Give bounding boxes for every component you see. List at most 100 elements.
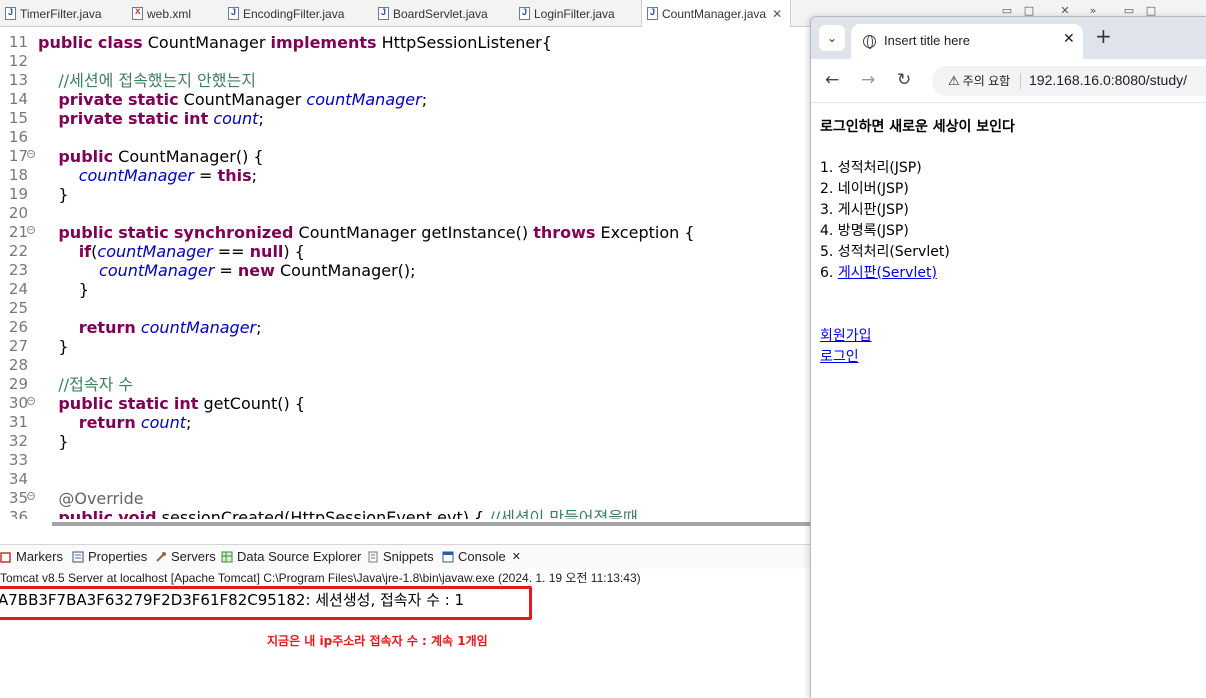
browser-tab-strip: ⌄ Insert title here ✕ + <box>811 17 1206 59</box>
signup-link[interactable]: 회원가입 <box>820 325 872 345</box>
horizontal-scrollbar[interactable] <box>52 522 812 526</box>
code-text: public static int getCount() { <box>58 394 306 413</box>
xml-file-icon <box>132 6 143 20</box>
view-tab-label: Servers <box>171 549 216 564</box>
menu-item-1: 1. 성적처리(JSP) <box>820 160 922 176</box>
code-line: 26 return countManager; <box>0 318 812 337</box>
view-tab-label: Properties <box>88 549 148 564</box>
editor-tab-label: CountManager.java <box>662 6 767 21</box>
line-number: 26 <box>8 318 28 336</box>
page-heading: 로그인하면 새로운 세상이 보인다 <box>820 119 1015 135</box>
line-number: 30 <box>8 394 28 412</box>
fold-toggle-icon[interactable]: − <box>27 492 35 500</box>
code-text: if(countManager == null) { <box>78 242 305 261</box>
code-text: return countManager; <box>78 318 262 337</box>
code-text: } <box>38 185 69 204</box>
browser-toolbar: ← → ↻ ⚠ 주의 요함 192.168.16.0:8080/study/ <box>811 59 1206 103</box>
close-icon[interactable]: ✕ <box>512 550 521 563</box>
code-line: 21− public static synchronized CountMana… <box>0 223 812 242</box>
line-number: 34 <box>8 470 28 488</box>
editor-tab-label: LoginFilter.java <box>534 6 615 21</box>
editor-tab-loginfilter[interactable]: LoginFilter.java <box>514 0 615 27</box>
editor-tab-timerfilter[interactable]: TimerFilter.java <box>0 0 102 27</box>
fold-toggle-icon[interactable]: − <box>27 150 35 158</box>
code-line: 29 //접속자 수 <box>0 375 812 394</box>
code-line: 24 } <box>0 280 812 299</box>
board-servlet-link[interactable]: 게시판(Servlet) <box>838 265 937 281</box>
view-tab-servers[interactable]: Servers <box>155 549 216 564</box>
line-number: 31 <box>8 413 28 431</box>
url-text[interactable]: 192.168.16.0:8080/study/ <box>1029 72 1187 88</box>
code-text: } <box>38 337 69 356</box>
code-text: return count; <box>78 413 192 432</box>
editor-tab-webxml[interactable]: web.xml <box>127 0 191 27</box>
code-line: 20 <box>0 204 812 223</box>
line-number: 29 <box>8 375 28 393</box>
back-icon[interactable]: ← <box>825 71 839 89</box>
fold-toggle-icon[interactable]: − <box>27 397 35 405</box>
code-line: 27 } <box>0 337 812 356</box>
page-content: 로그인하면 새로운 세상이 보인다 1. 성적처리(JSP) 2. 네이버(JS… <box>811 103 1206 698</box>
line-number: 35 <box>8 489 28 507</box>
view-tab-snippets[interactable]: Snippets <box>367 549 434 564</box>
line-number: 12 <box>8 52 28 70</box>
code-text: //세션에 접속했는지 안했는지 <box>58 71 256 90</box>
code-text: @Override <box>58 489 144 508</box>
java-file-icon <box>519 7 530 20</box>
java-file-icon <box>378 7 389 20</box>
new-tab-icon[interactable]: + <box>1095 26 1112 46</box>
code-line: 32 } <box>0 432 812 451</box>
code-text: public static synchronized CountManager … <box>58 223 695 242</box>
code-line: 11 public class CountManager implements H… <box>0 33 812 52</box>
code-text: public CountManager() { <box>58 147 264 166</box>
editor-tab-countmanager[interactable]: CountManager.java ✕ <box>641 0 791 27</box>
code-line: 28 <box>0 356 812 375</box>
security-warning-chip[interactable]: ⚠ 주의 요함 <box>942 71 1016 91</box>
editor-tab-label: BoardServlet.java <box>393 6 488 21</box>
view-tab-data-source-explorer[interactable]: Data Source Explorer <box>221 549 361 564</box>
code-line: 16 <box>0 128 812 147</box>
code-line: 22 if(countManager == null) { <box>0 242 812 261</box>
line-number: 24 <box>8 280 28 298</box>
line-number: 13 <box>8 71 28 89</box>
view-tab-properties[interactable]: Properties <box>72 549 147 564</box>
editor-tab-label: EncodingFilter.java <box>243 6 345 21</box>
code-line: 30− public static int getCount() { <box>0 394 812 413</box>
code-editor[interactable]: 11 public class CountManager implements H… <box>0 27 812 520</box>
browser-tab[interactable]: Insert title here ✕ <box>851 24 1083 59</box>
editor-tab-label: TimerFilter.java <box>20 6 102 21</box>
code-line: 35− @Override <box>0 489 812 508</box>
code-text: } <box>38 280 89 299</box>
editor-tab-label: web.xml <box>147 6 192 21</box>
console-icon <box>442 551 454 562</box>
chevron-down-icon[interactable]: ⌄ <box>819 25 845 51</box>
line-number: 25 <box>8 299 28 317</box>
menu-item-3: 3. 게시판(JSP) <box>820 202 909 218</box>
snippets-icon <box>368 551 378 562</box>
editor-tab-boardservlet[interactable]: BoardServlet.java <box>373 0 488 27</box>
servers-icon <box>156 551 166 562</box>
view-tab-markers[interactable]: Markers <box>0 549 63 564</box>
close-icon[interactable]: ✕ <box>1063 31 1075 47</box>
close-icon[interactable]: ✕ <box>772 7 782 21</box>
menu-item-number: 6. <box>820 265 838 281</box>
code-line: 13 //세션에 접속했는지 안했는지 <box>0 71 812 90</box>
menu-item-5: 5. 성적처리(Servlet) <box>820 244 950 260</box>
address-bar[interactable]: ⚠ 주의 요함 192.168.16.0:8080/study/ <box>932 66 1206 96</box>
line-number: 23 <box>8 261 28 279</box>
line-number: 32 <box>8 432 28 450</box>
code-line: 25 <box>0 299 812 318</box>
menu-item-2: 2. 네이버(JSP) <box>820 181 909 197</box>
view-tab-label: Markers <box>16 549 63 564</box>
reload-icon[interactable]: ↻ <box>897 71 911 89</box>
code-text: } <box>38 432 69 451</box>
view-tab-console[interactable]: Console ✕ <box>442 549 521 564</box>
editor-tab-encodingfilter[interactable]: EncodingFilter.java <box>223 0 344 27</box>
fold-toggle-icon[interactable]: − <box>27 226 35 234</box>
login-link[interactable]: 로그인 <box>820 346 859 366</box>
line-number: 14 <box>8 90 28 108</box>
line-number: 33 <box>8 451 28 469</box>
forward-icon[interactable]: → <box>861 71 875 89</box>
security-warning-label: 주의 요함 <box>962 74 1011 88</box>
console-process-label: Tomcat v8.5 Server at localhost [Apache … <box>0 571 641 585</box>
